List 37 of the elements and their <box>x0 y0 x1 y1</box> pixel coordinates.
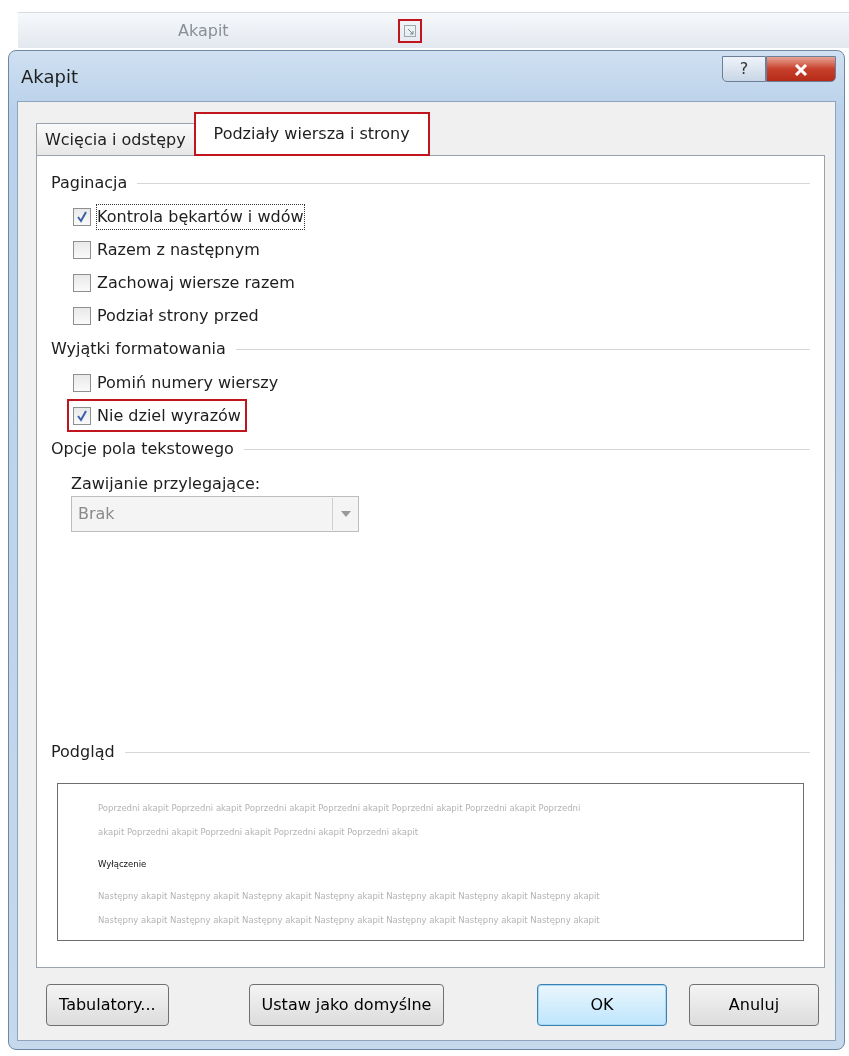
checkbox[interactable] <box>73 406 91 425</box>
checkmark-icon <box>76 409 88 422</box>
window-title: Akapit <box>20 64 78 89</box>
checkbox-label[interactable]: Razem z następnym <box>97 237 260 262</box>
checkbox[interactable] <box>73 207 91 226</box>
ribbon-group-label: Akapit <box>178 19 230 42</box>
preview-text: akapit Poprzedni akapit Poprzedni akapit Poprzedni akapit Poprzedni akapit <box>98 826 419 839</box>
preview-text: Następny akapit Następny akapit Następny akapit Następny akapit Następny akapit Następny akapit Następny akapit <box>98 890 601 903</box>
dropdown-label: Zawijanie przylegające: <box>71 473 262 495</box>
checkbox-label[interactable]: Nie dziel wyrazów <box>97 403 241 428</box>
section-title: Opcje pola tekstowego <box>51 438 234 460</box>
dropdown-arrow-icon <box>340 511 351 517</box>
checkbox[interactable] <box>73 240 91 259</box>
sample-text: Wyłączenie <box>98 858 148 871</box>
checkbox-label[interactable]: Podział strony przed <box>97 303 259 328</box>
dialog-button[interactable]: OK <box>537 984 667 1026</box>
checkbox[interactable] <box>73 373 91 392</box>
dialog-button[interactable]: Anuluj <box>689 984 819 1026</box>
help-button[interactable]: ? <box>722 56 766 82</box>
dialog-button[interactable]: Ustaw jako domyślne <box>248 984 445 1026</box>
section-title: Wyjątki formatowania <box>51 338 226 360</box>
tab[interactable]: Wcięcia i odstępy <box>36 123 195 156</box>
preview-text: Poprzedni akapit Poprzedni akapit Poprzedni akapit Poprzedni akapit Poprzedni akapit Poprzedni akapit Poprzedni <box>98 802 582 815</box>
section-title: Paginacja <box>51 172 128 194</box>
close-button[interactable] <box>766 56 836 82</box>
checkmark-icon <box>76 210 88 223</box>
dialog-launcher-button[interactable] <box>398 18 422 43</box>
checkbox-label[interactable]: Pomiń numery wierszy <box>97 370 279 395</box>
section-title: Podgląd <box>51 741 115 763</box>
preview-text: Następny akapit Następny akapit Następny akapit Następny akapit Następny akapit Następny akapit Następny akapit <box>98 914 601 927</box>
checkbox[interactable] <box>73 273 91 292</box>
tab[interactable]: Podziały wiersza i strony <box>193 112 430 156</box>
close-icon <box>794 63 808 76</box>
checkbox[interactable] <box>73 306 91 325</box>
checkbox-label[interactable]: Kontrola bękartów i wdów <box>97 204 304 229</box>
checkbox-label[interactable]: Zachowaj wiersze razem <box>97 270 295 295</box>
dialog-button[interactable]: Tabulatory... <box>46 984 169 1026</box>
